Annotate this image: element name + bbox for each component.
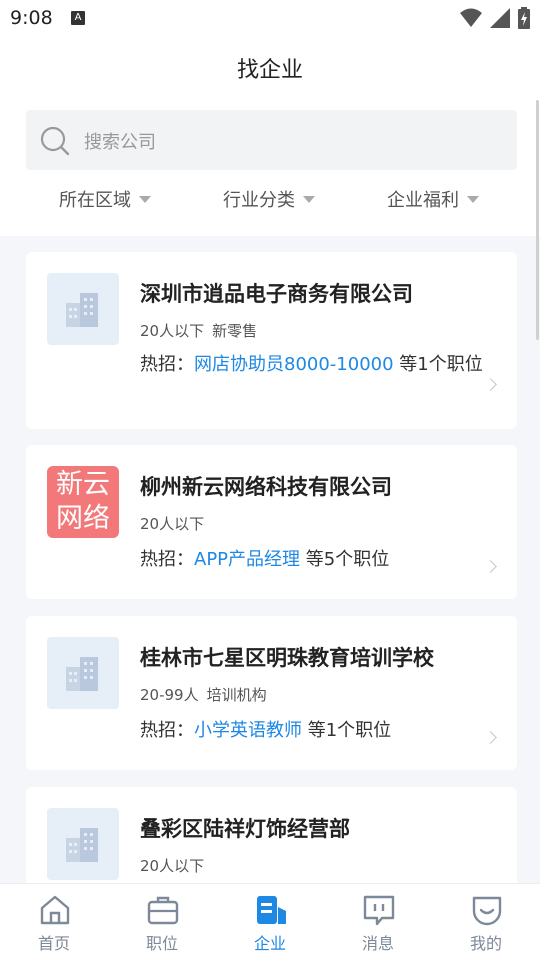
home-icon	[40, 895, 70, 925]
briefcase-icon	[147, 896, 179, 925]
company-industry-tag: 新零售	[212, 322, 258, 340]
company-card[interactable]: 新云 网络 柳州新云网络科技有限公司 20人以下 热招：APP产品经理 等5个职…	[26, 445, 517, 599]
hot-label: 热招：	[140, 354, 194, 375]
status-time: 9:08	[10, 7, 53, 29]
hot-more: 等5个职位	[300, 549, 390, 570]
company-name: 柳州新云网络科技有限公司	[140, 475, 392, 499]
tab-profile-label: 我的	[469, 934, 502, 953]
hot-label: 热招：	[140, 720, 194, 741]
tab-home-label: 首页	[37, 934, 70, 953]
company-name: 深圳市逍品电子商务有限公司	[140, 282, 413, 306]
company-size-tag: 20人以下	[140, 857, 205, 875]
tab-jobs[interactable]: 职位	[108, 884, 216, 961]
tab-home[interactable]: 首页	[0, 884, 108, 961]
hot-jobs: 热招：网店协助员8000-10000 等1个职位	[140, 350, 490, 379]
company-tags: 20-99人 培训机构	[140, 684, 275, 705]
dropdown-arrow-icon	[467, 195, 479, 203]
tab-companies-label: 企业	[253, 934, 286, 953]
hot-job-link[interactable]: 小学英语教师	[194, 720, 302, 741]
company-size-tag: 20人以下	[140, 515, 205, 533]
company-tags: 20人以下	[140, 513, 212, 534]
message-icon	[363, 895, 395, 926]
company-size-tag: 20人以下	[140, 322, 205, 340]
company-name: 叠彩区陆祥灯饰经营部	[140, 817, 350, 841]
hot-more: 等1个职位	[393, 354, 483, 375]
search-input[interactable]: 搜索公司	[84, 128, 156, 154]
company-name: 桂林市七星区明珠教育培训学校	[140, 646, 434, 670]
battery-icon	[518, 7, 530, 29]
search-box[interactable]: 搜索公司	[26, 110, 517, 170]
filter-benefits[interactable]: 企业福利	[387, 186, 479, 212]
filter-region-label: 所在区域	[59, 190, 131, 211]
filter-industry-label: 行业分类	[223, 190, 295, 211]
profile-icon	[472, 896, 502, 926]
company-card[interactable]: 深圳市逍品电子商务有限公司 20人以下 新零售 热招：网店协助员8000-1000…	[26, 252, 517, 429]
signal-icon	[490, 8, 510, 28]
filter-benefits-label: 企业福利	[387, 190, 459, 211]
dropdown-arrow-icon	[139, 195, 151, 203]
filter-industry[interactable]: 行业分类	[223, 186, 315, 212]
tab-jobs-label: 职位	[145, 934, 178, 953]
tab-messages[interactable]: 消息	[324, 884, 432, 961]
company-logo-line2: 网络	[56, 503, 110, 534]
hot-job-link[interactable]: 网店协助员8000-10000	[194, 354, 394, 375]
company-logo-placeholder	[47, 808, 119, 880]
chevron-right-icon	[484, 378, 497, 391]
company-icon	[257, 896, 286, 924]
status-bar: 9:08 A	[0, 0, 540, 36]
filter-bar: 所在区域 行业分类 企业福利	[0, 186, 540, 216]
company-logo-line1: 新云	[56, 469, 110, 500]
search-icon	[40, 126, 70, 156]
tab-companies[interactable]: 企业	[216, 884, 324, 961]
dropdown-arrow-icon	[303, 195, 315, 203]
company-tags: 20人以下	[140, 855, 212, 876]
building-icon	[66, 828, 98, 862]
status-icons	[460, 7, 530, 29]
hot-job-link[interactable]: APP产品经理	[194, 549, 300, 570]
company-card[interactable]: 叠彩区陆祥灯饰经营部 20人以下	[26, 787, 517, 897]
company-size-tag: 20-99人	[140, 686, 199, 704]
notification-icon: A	[71, 11, 85, 25]
hot-jobs: 热招：APP产品经理 等5个职位	[140, 545, 490, 574]
wifi-icon	[460, 8, 482, 27]
company-logo: 新云 网络	[47, 466, 119, 538]
scrollbar[interactable]	[536, 100, 539, 340]
building-icon	[66, 657, 98, 691]
bottom-tab-bar: 首页 职位 企业 消息 我的	[0, 883, 540, 961]
page-title: 找企业	[236, 58, 303, 83]
header: 找企业 搜索公司 所在区域 行业分类 企业福利	[0, 36, 540, 236]
company-logo-placeholder	[47, 637, 119, 709]
hot-label: 热招：	[140, 549, 194, 570]
tab-messages-label: 消息	[361, 934, 394, 953]
tab-profile[interactable]: 我的	[432, 884, 540, 961]
hot-more: 等1个职位	[302, 720, 392, 741]
company-logo-placeholder	[47, 273, 119, 345]
hot-jobs: 热招：小学英语教师 等1个职位	[140, 716, 490, 745]
building-icon	[66, 293, 98, 327]
company-industry-tag: 培训机构	[206, 686, 267, 704]
company-card[interactable]: 桂林市七星区明珠教育培训学校 20-99人 培训机构 热招：小学英语教师 等1个职…	[26, 616, 517, 770]
filter-region[interactable]: 所在区域	[59, 186, 151, 212]
company-tags: 20人以下 新零售	[140, 320, 265, 341]
